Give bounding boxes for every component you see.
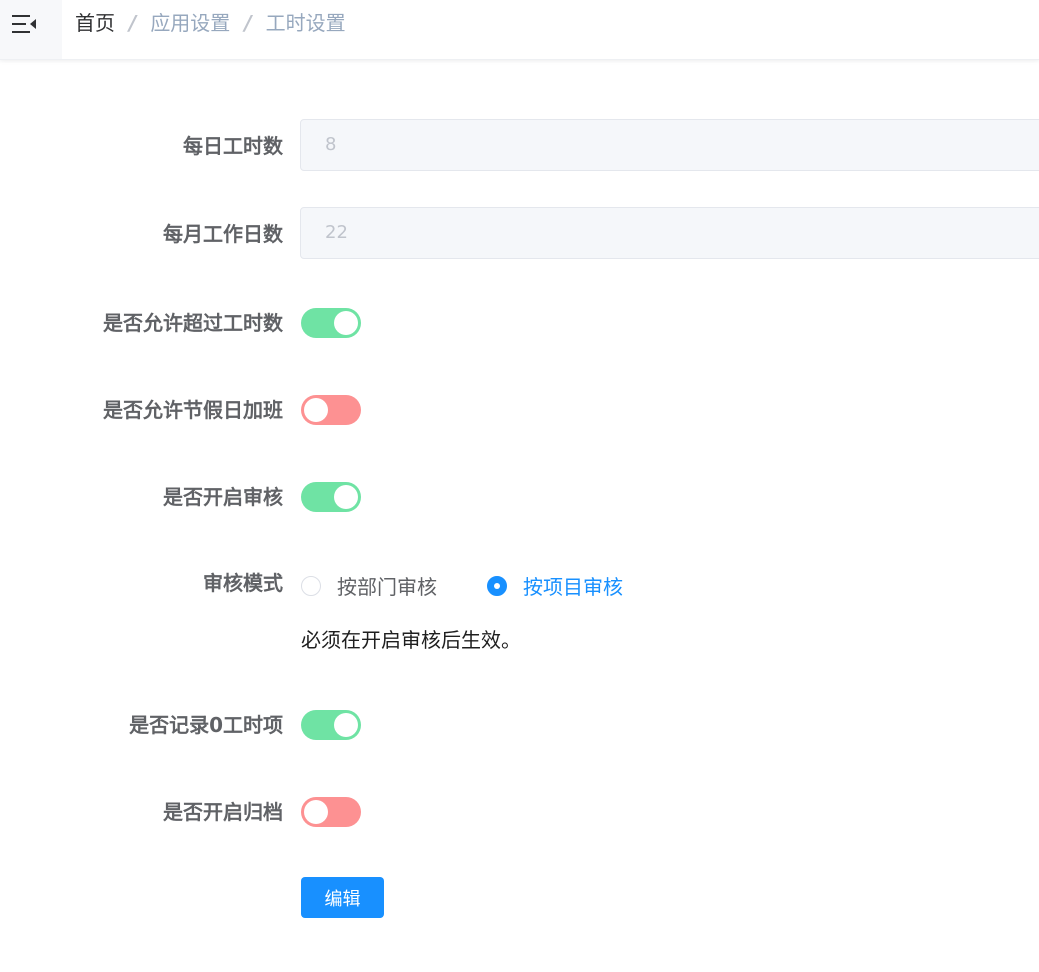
sidebar-toggle-button[interactable] bbox=[0, 0, 62, 59]
allow-holiday-overtime-switch[interactable] bbox=[301, 395, 361, 425]
switch-knob bbox=[334, 311, 358, 335]
allow-exceed-hours-switch[interactable] bbox=[301, 308, 361, 338]
monthly-workdays-input[interactable]: 22 bbox=[300, 207, 1039, 259]
enable-review-label: 是否开启审核 bbox=[163, 485, 283, 509]
radio-circle bbox=[487, 575, 507, 596]
radio-circle bbox=[301, 575, 321, 596]
daily-hours-label: 每日工时数 bbox=[183, 134, 283, 158]
allow-holiday-overtime-label: 是否允许节假日加班 bbox=[103, 398, 283, 422]
breadcrumb-app-settings: 应用设置 bbox=[150, 11, 231, 35]
radio-label: 按项目审核 bbox=[523, 575, 623, 599]
enable-archive-label: 是否开启归档 bbox=[163, 800, 283, 824]
review-mode-label: 审核模式 bbox=[203, 571, 283, 595]
top-header: 首页 / 应用设置 / 工时设置 bbox=[0, 0, 1039, 60]
radio-label: 按部门审核 bbox=[337, 575, 437, 599]
switch-knob bbox=[334, 485, 358, 509]
monthly-workdays-label: 每月工作日数 bbox=[163, 222, 283, 246]
switch-knob bbox=[304, 800, 328, 824]
enable-archive-switch[interactable] bbox=[301, 797, 361, 827]
edit-button[interactable]: 编辑 bbox=[301, 877, 384, 918]
record-zero-hours-label: 是否记录0工时项 bbox=[129, 713, 283, 737]
breadcrumb-home[interactable]: 首页 bbox=[75, 10, 115, 36]
daily-hours-input[interactable]: 8 bbox=[300, 119, 1039, 171]
enable-review-switch[interactable] bbox=[301, 482, 361, 512]
record-zero-hours-switch[interactable] bbox=[301, 710, 361, 740]
review-mode-option-department[interactable]: 按部门审核 bbox=[301, 571, 437, 600]
breadcrumb-hours-settings: 工时设置 bbox=[265, 11, 346, 35]
switch-knob bbox=[334, 713, 358, 737]
breadcrumb: 首页 / 应用设置 / 工时设置 bbox=[75, 10, 346, 36]
hamburger-fold-icon bbox=[12, 15, 38, 39]
review-mode-option-project[interactable]: 按项目审核 bbox=[487, 571, 623, 600]
breadcrumb-separator: / bbox=[129, 11, 137, 35]
allow-exceed-hours-label: 是否允许超过工时数 bbox=[103, 311, 283, 335]
review-mode-hint: 必须在开启审核后生效。 bbox=[301, 628, 521, 652]
breadcrumb-separator: / bbox=[244, 11, 252, 35]
switch-knob bbox=[304, 398, 328, 422]
